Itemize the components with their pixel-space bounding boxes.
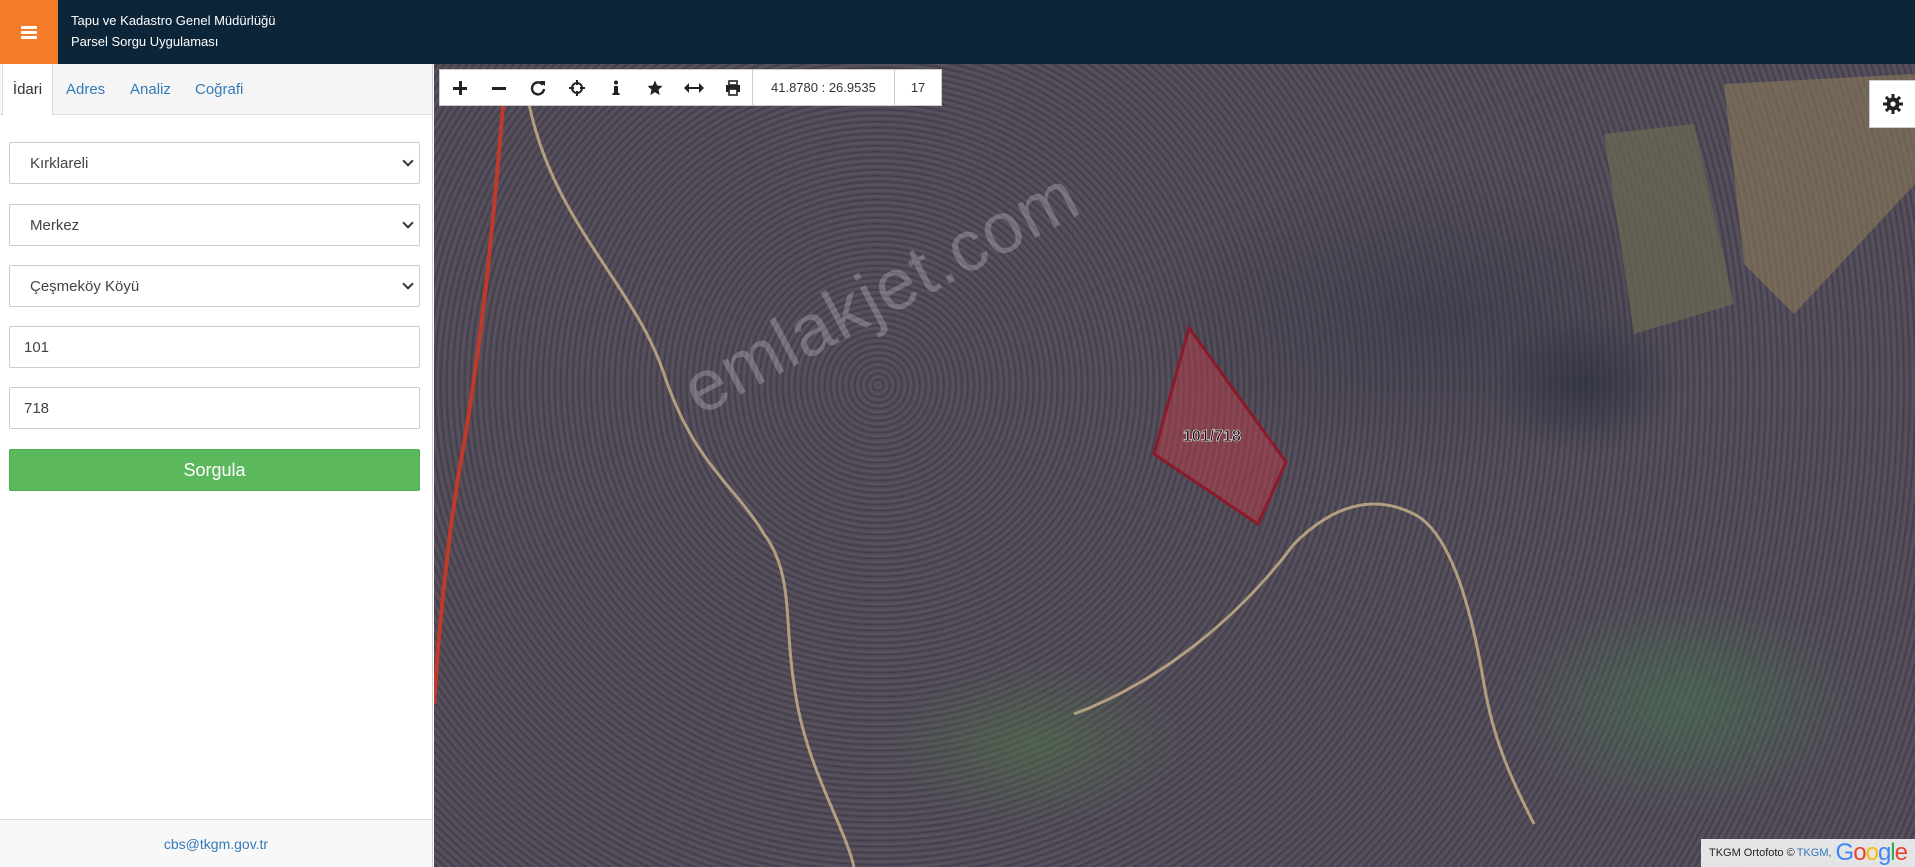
province-value: Kırklareli: [30, 154, 89, 172]
zoom-out-button[interactable]: [479, 70, 518, 106]
google-logo: Google: [1835, 839, 1908, 866]
parcel-polygon: [1152, 324, 1288, 527]
province-select[interactable]: Kırklareli: [9, 142, 420, 184]
info-button[interactable]: [596, 70, 635, 106]
map-features: 101/718: [434, 74, 1915, 867]
refresh-icon: [530, 80, 545, 95]
app-title: Tapu ve Kadastro Genel Müdürlüğü Parsel …: [71, 10, 276, 52]
tab-analiz[interactable]: Analiz: [130, 64, 171, 115]
neighborhood-select[interactable]: Çeşmeköy Köyü: [9, 265, 420, 307]
plus-icon: [452, 80, 467, 95]
tab-cografi[interactable]: Coğrafi: [195, 64, 243, 115]
app-header: Tapu ve Kadastro Genel Müdürlüğü Parsel …: [0, 0, 1915, 64]
map-toolbar: 41.8780 : 26.9535 17: [439, 69, 943, 106]
tab-adres[interactable]: Adres: [66, 64, 105, 115]
block-value: 101: [24, 338, 50, 356]
print-button[interactable]: [713, 70, 752, 106]
chevron-down-icon: [403, 219, 413, 229]
map-view[interactable]: 101/718 emlakjet.com 41.8780 : 26.9535 1…: [434, 64, 1915, 867]
gear-icon: [1882, 94, 1903, 114]
zoom-level: 17: [893, 69, 941, 106]
parcel-label: 101/718: [1183, 428, 1241, 445]
star-icon: [647, 80, 662, 95]
red-road: [434, 93, 506, 705]
hamburger-icon: [21, 25, 37, 39]
print-icon: [725, 79, 740, 96]
attribution-link[interactable]: TKGM,: [1797, 847, 1832, 859]
attribution-prefix: TKGM Ortofoto ©: [1708, 847, 1795, 859]
chevron-down-icon: [403, 157, 413, 167]
locate-button[interactable]: [557, 70, 596, 106]
coordinate-readout: 41.8780 : 26.9535: [752, 69, 894, 106]
info-icon: [612, 80, 619, 95]
minus-icon: [491, 86, 506, 90]
measure-button[interactable]: [674, 70, 713, 106]
tab-idari[interactable]: İdari: [2, 64, 53, 116]
sidebar-footer: cbs@tkgm.gov.tr: [0, 819, 432, 867]
district-value: Merkez: [30, 216, 80, 234]
dirt-path-east: [1073, 502, 1536, 825]
contact-email-link[interactable]: cbs@tkgm.gov.tr: [164, 836, 268, 852]
tab-bar: İdari Adres Analiz Coğrafi: [0, 64, 432, 116]
parcel-input[interactable]: 718: [9, 387, 420, 429]
block-input[interactable]: 101: [9, 326, 420, 368]
dirt-path: [527, 103, 856, 867]
settings-button[interactable]: [1869, 80, 1915, 128]
measure-icon: [683, 82, 704, 93]
app-title-line1: Tapu ve Kadastro Genel Müdürlüğü: [71, 13, 276, 28]
chevron-down-icon: [403, 280, 413, 290]
app-title-line2: Parsel Sorgu Uygulaması: [71, 34, 219, 49]
favorite-button[interactable]: [635, 70, 674, 106]
sidebar: İdari Adres Analiz Coğrafi Kırklareli Me…: [0, 64, 433, 867]
neighborhood-value: Çeşmeköy Köyü: [30, 277, 140, 295]
menu-button[interactable]: [0, 0, 58, 64]
zoom-in-button[interactable]: [440, 70, 479, 106]
query-button[interactable]: Sorgula: [9, 449, 420, 491]
district-select[interactable]: Merkez: [9, 204, 420, 246]
crosshair-icon: [568, 79, 585, 96]
refresh-button[interactable]: [518, 70, 557, 106]
field-east-top: [1604, 124, 1734, 334]
map-attribution: TKGM Ortofoto © TKGM, Google: [1700, 839, 1915, 867]
parcel-value: 718: [24, 399, 50, 417]
